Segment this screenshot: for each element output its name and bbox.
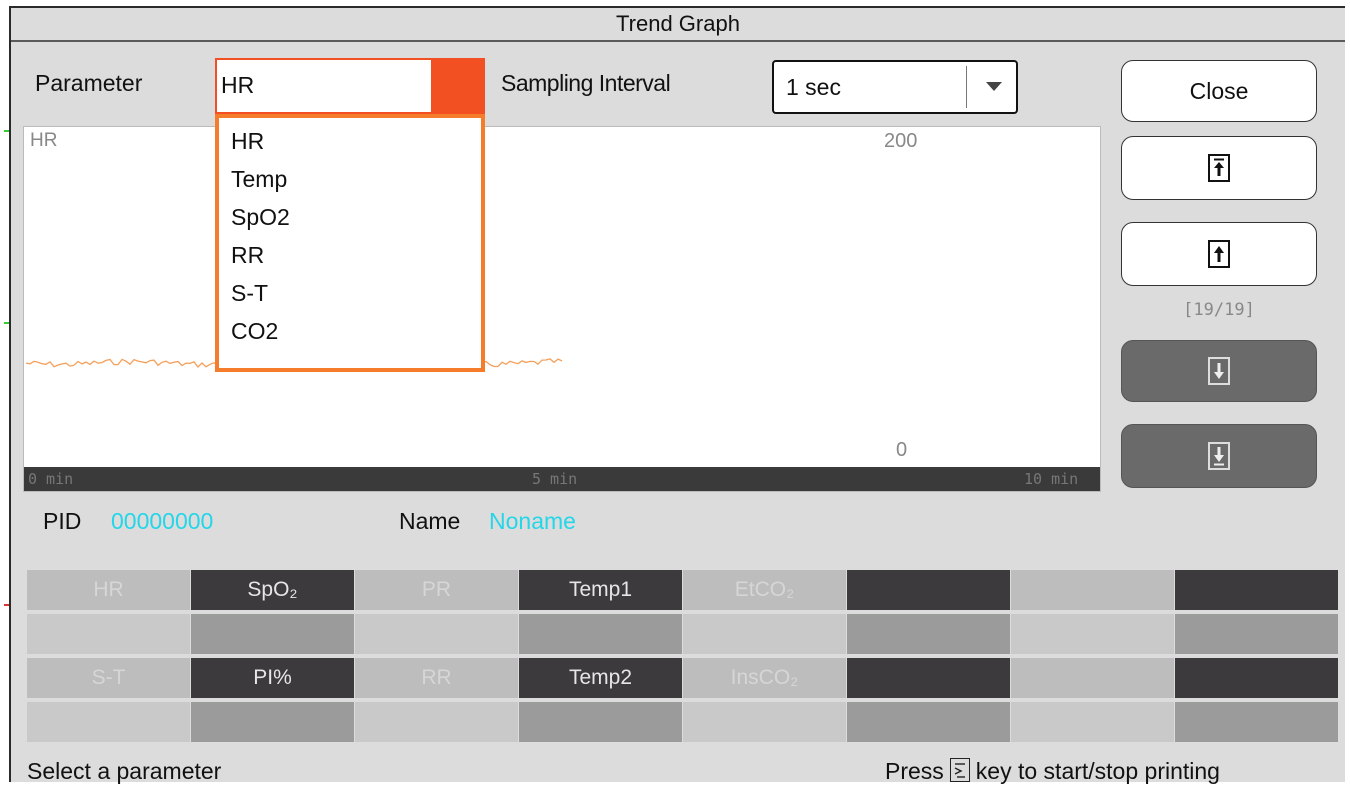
page-down-button[interactable]	[1121, 340, 1317, 402]
print-hint: Press key to start/stop printing	[885, 758, 1220, 785]
page-up-button[interactable]	[1121, 222, 1317, 286]
select-divider	[966, 66, 967, 108]
option-hr[interactable]: HR	[231, 128, 264, 155]
x-tick-label: 10 min	[1024, 470, 1079, 488]
param-cell[interactable]: EtCO₂	[683, 570, 846, 610]
option-spo2[interactable]: SpO2	[231, 204, 290, 231]
parameter-grid: HR SpO₂ PR Temp1 EtCO₂ S-T PI% RR Temp2 InsCO₂	[27, 570, 1339, 750]
parameter-dropdown-list: HR Temp SpO2 RR S-T CO2	[215, 114, 485, 372]
first-page-button[interactable]	[1121, 136, 1317, 200]
trend-graph-area: HR 200 0 0 min 5 min 10 min	[23, 126, 1101, 492]
param-cell[interactable]	[1175, 570, 1338, 610]
parameter-label: Parameter	[35, 70, 143, 96]
param-cell[interactable]: RR	[355, 658, 518, 698]
parameter-select-value: HR	[221, 72, 255, 98]
option-temp[interactable]: Temp	[231, 166, 287, 193]
param-value-cell	[847, 614, 1010, 654]
param-cell[interactable]: S-T	[27, 658, 190, 698]
pid-label: PID	[43, 508, 82, 534]
last-page-button[interactable]	[1121, 424, 1317, 488]
param-cell[interactable]: HR	[27, 570, 190, 610]
param-cell[interactable]: PR	[355, 570, 518, 610]
page-first-icon	[1208, 154, 1230, 182]
param-value-cell	[847, 702, 1010, 742]
page-last-icon	[1208, 442, 1230, 470]
param-value-cell	[27, 702, 190, 742]
left-edge-strip	[0, 0, 10, 782]
param-cell[interactable]	[1011, 658, 1174, 698]
page-down-icon	[1208, 357, 1230, 385]
x-tick-label: 5 min	[532, 470, 578, 488]
param-value-cell	[519, 614, 682, 654]
param-value-cell	[683, 702, 846, 742]
name-label: Name	[399, 508, 461, 534]
param-value-cell	[1011, 614, 1174, 654]
param-cell[interactable]	[1175, 658, 1338, 698]
name-value: Noname	[489, 508, 576, 534]
param-cell[interactable]	[847, 570, 1010, 610]
param-value-cell	[683, 614, 846, 654]
pid-value: 00000000	[111, 508, 214, 534]
option-rr[interactable]: RR	[231, 242, 264, 269]
page-counter: [19/19]	[1183, 300, 1255, 320]
sampling-interval-label: Sampling Interval	[501, 70, 671, 96]
param-cell[interactable]: PI%	[191, 658, 354, 698]
sampling-interval-value: 1 sec	[786, 74, 841, 100]
param-value-cell	[1175, 614, 1338, 654]
hr-trend-trace	[25, 358, 563, 368]
param-cell[interactable]: Temp2	[519, 658, 682, 698]
param-cell[interactable]: SpO₂	[191, 570, 354, 610]
close-button[interactable]: Close	[1121, 60, 1317, 122]
print-key-icon	[949, 758, 970, 782]
x-tick-label: 0 min	[28, 470, 74, 488]
time-axis: 0 min 5 min 10 min	[24, 467, 1100, 491]
status-hint: Select a parameter	[27, 758, 222, 784]
param-value-cell	[191, 614, 354, 654]
param-value-cell	[191, 702, 354, 742]
trend-graph-dialog: Trend Graph Parameter HR HR Temp SpO2 RR…	[9, 6, 1345, 785]
parameter-dropdown-toggle[interactable]	[431, 60, 483, 112]
page-up-icon	[1208, 240, 1230, 268]
param-value-cell	[355, 614, 518, 654]
chevron-down-icon[interactable]	[986, 82, 1002, 91]
param-value-cell	[355, 702, 518, 742]
param-cell[interactable]: InsCO₂	[683, 658, 846, 698]
param-cell[interactable]	[1011, 570, 1174, 610]
param-cell[interactable]	[847, 658, 1010, 698]
param-value-cell	[519, 702, 682, 742]
param-value-cell	[1175, 702, 1338, 742]
parameter-select[interactable]: HR	[215, 58, 485, 114]
dialog-title: Trend Graph	[11, 8, 1345, 42]
print-hint-suffix: key to start/stop printing	[975, 758, 1220, 784]
option-co2[interactable]: CO2	[231, 318, 278, 345]
param-value-cell	[1011, 702, 1174, 742]
sampling-interval-select[interactable]: 1 sec	[772, 60, 1018, 114]
param-cell[interactable]: Temp1	[519, 570, 682, 610]
option-st[interactable]: S-T	[231, 280, 268, 307]
close-button-label: Close	[1189, 78, 1249, 104]
param-value-cell	[27, 614, 190, 654]
print-hint-prefix: Press	[885, 758, 944, 784]
